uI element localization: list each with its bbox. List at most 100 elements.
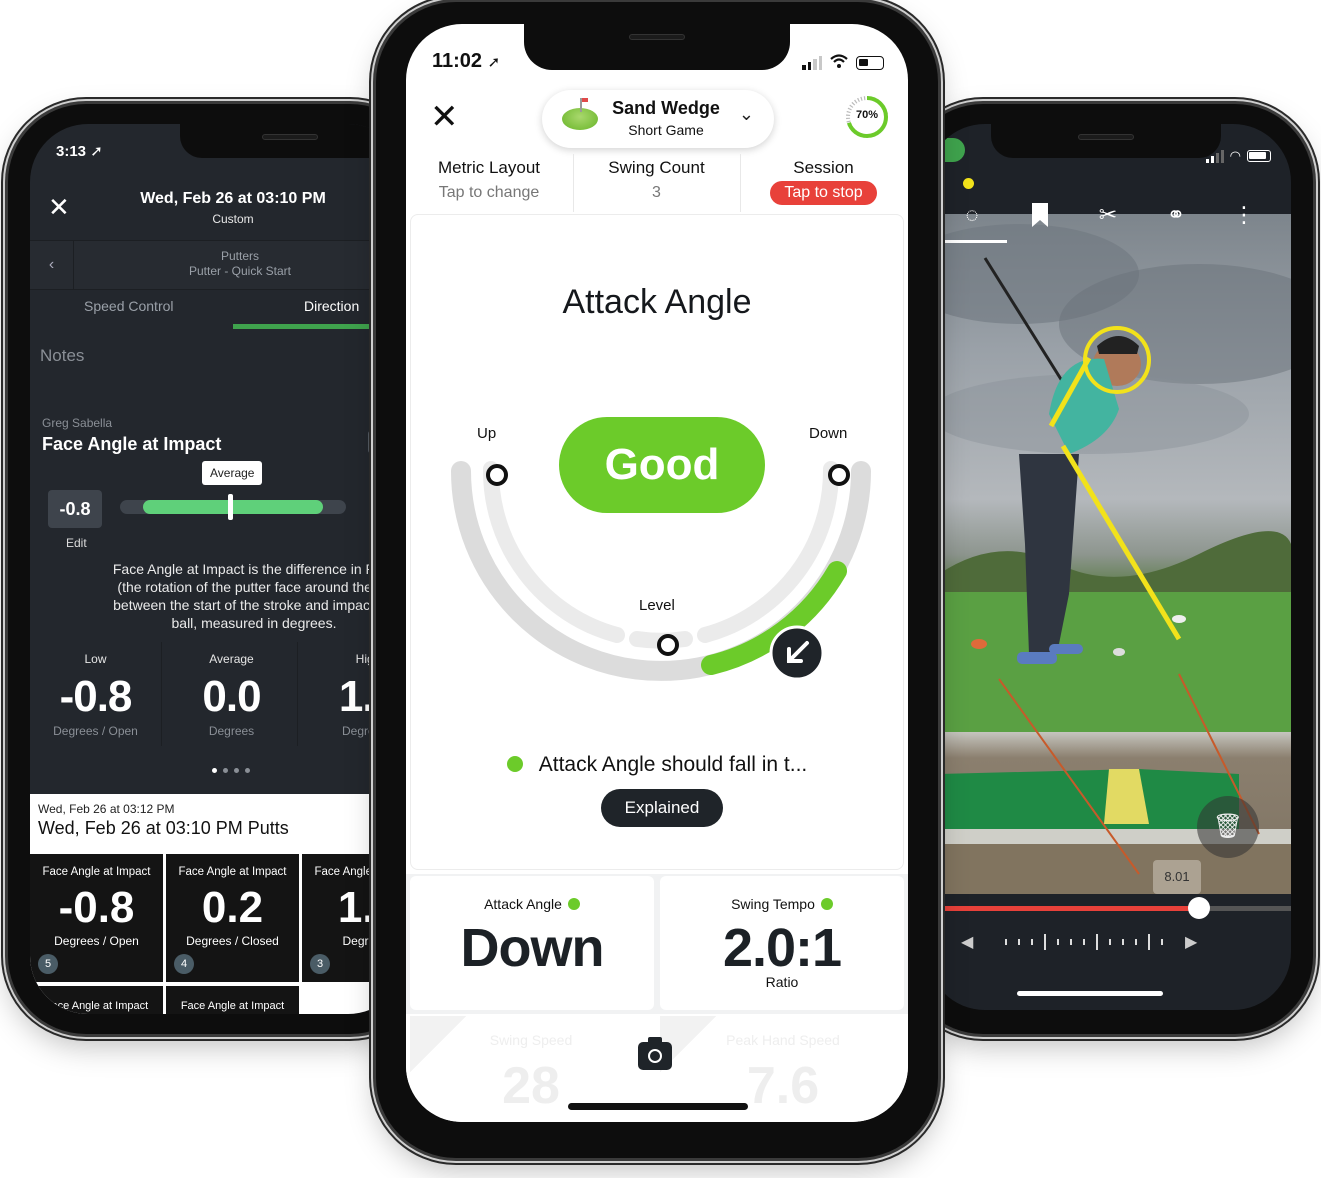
card-unit: Degrees / Closed bbox=[186, 934, 279, 948]
range-min-value[interactable]: -0.8 bbox=[48, 490, 102, 528]
video-scrubber[interactable] bbox=[939, 897, 1291, 919]
home-indicator bbox=[568, 1103, 748, 1110]
swing-count-value: 3 bbox=[652, 184, 661, 201]
page-indicator[interactable] bbox=[212, 768, 250, 773]
tab-direction[interactable]: Direction bbox=[304, 298, 359, 314]
ruler-tick bbox=[1109, 939, 1111, 945]
stat-unit: Degrees bbox=[208, 724, 255, 738]
breadcrumb-category: Putters bbox=[220, 249, 259, 263]
video-trim-icon[interactable]: ✂ bbox=[1091, 200, 1125, 230]
overlay-compare-icon[interactable]: ⚭ bbox=[1159, 200, 1193, 230]
session-progress-ring[interactable]: 70% bbox=[844, 94, 890, 140]
center-phone-frame: 11:02 ➚ ✕ Sand Wedge Short Game ⌄ 70% Me… bbox=[376, 2, 938, 1158]
location-arrow-icon: ➚ bbox=[90, 143, 103, 160]
history-card[interactable]: Face Angle at Impact -0.8 Degrees / Open… bbox=[30, 854, 163, 982]
session-tiles: Metric Layout Tap to change Swing Count … bbox=[406, 154, 908, 212]
gauge-label-down: Down bbox=[809, 425, 848, 442]
history-cards: Face Angle at Impact -0.8 Degrees / Open… bbox=[30, 852, 406, 1014]
description-line: (the rotation of the putter face around … bbox=[117, 579, 391, 595]
video-analysis-screen: 37 ◠ bbox=[927, 124, 1291, 1010]
metric-detail-card: Attack Angle Good Up Down Level Attack A… bbox=[410, 214, 904, 870]
stat-value: -0.8 bbox=[59, 672, 133, 721]
metric-layout-tile[interactable]: Metric Layout Tap to change bbox=[406, 154, 572, 212]
scrubber-time-label: 8.01 bbox=[1153, 860, 1201, 894]
location-arrow-icon: ➚ bbox=[487, 54, 501, 71]
app-showcase: 3:13 ➚ ✕ Wed, Feb 26 at 03:10 PM Custom … bbox=[0, 0, 1321, 1178]
history-card[interactable]: Face Angle at Impact bbox=[166, 986, 299, 1014]
page-dot[interactable] bbox=[245, 768, 250, 773]
metric-card-swing-tempo[interactable]: Swing Tempo 2.0:1 Ratio bbox=[660, 876, 904, 1010]
swing-count-tile: Swing Count 3 bbox=[573, 154, 739, 212]
triangle-left-icon[interactable]: ◀ bbox=[961, 932, 973, 952]
ruler-tick bbox=[1096, 934, 1098, 950]
card-number-badge: 4 bbox=[174, 954, 194, 974]
range-slider[interactable] bbox=[120, 494, 346, 520]
tab-speed-control[interactable]: Speed Control bbox=[84, 298, 174, 314]
page-dot[interactable] bbox=[223, 768, 228, 773]
ruler-tick bbox=[1122, 939, 1124, 945]
left-phone-frame: 3:13 ➚ ✕ Wed, Feb 26 at 03:10 PM Custom … bbox=[8, 104, 428, 1034]
stat-average: Average 0.0 Degrees bbox=[166, 642, 298, 746]
gauge-label-up: Up bbox=[477, 425, 497, 442]
flag-icon bbox=[580, 98, 588, 112]
session-tile[interactable]: Session Tap to stop bbox=[740, 154, 906, 212]
color-picker-dot[interactable] bbox=[963, 178, 974, 189]
stat-value: 0.0 bbox=[202, 672, 261, 721]
history-timestamp: Wed, Feb 26 at 03:12 PM bbox=[38, 802, 175, 816]
metric-hint[interactable]: Attack Angle should fall in t... bbox=[411, 753, 903, 777]
chevron-left-icon[interactable]: ‹ bbox=[30, 241, 74, 289]
history-card[interactable]: Face Angle at Impact 0.2 Degrees / Close… bbox=[166, 854, 299, 982]
home-indicator bbox=[1017, 991, 1163, 996]
status-icons bbox=[802, 54, 884, 72]
status-dot bbox=[567, 898, 580, 910]
camera-icon[interactable] bbox=[638, 1037, 672, 1070]
close-icon[interactable]: ✕ bbox=[430, 100, 459, 134]
history-card[interactable]: Face Angle at Impact bbox=[30, 986, 163, 1014]
stop-session-button[interactable]: Tap to stop bbox=[770, 181, 877, 205]
phone-notch bbox=[991, 124, 1221, 158]
card-title: Swing Speed bbox=[489, 1032, 573, 1048]
card-number-badge: 3 bbox=[310, 954, 330, 974]
gauge-label-level: Level bbox=[639, 597, 675, 614]
trash-icon[interactable]: 🗑 bbox=[1197, 796, 1259, 858]
hint-text: Attack Angle should fall in t... bbox=[538, 753, 808, 776]
bookmark-icon[interactable] bbox=[1023, 200, 1057, 230]
club-category: Short Game bbox=[628, 122, 704, 138]
drill-tabs: Speed Control Direction bbox=[30, 290, 406, 330]
tile-sub: Tap to change bbox=[438, 184, 540, 201]
wifi-icon bbox=[830, 54, 848, 72]
status-dot bbox=[820, 898, 833, 910]
edit-link[interactable]: Edit bbox=[66, 536, 87, 550]
swing-metric-screen: 11:02 ➚ ✕ Sand Wedge Short Game ⌄ 70% Me… bbox=[406, 24, 908, 1122]
club-selector[interactable]: Sand Wedge Short Game ⌄ bbox=[542, 90, 774, 148]
ruler-tick bbox=[1005, 939, 1007, 945]
author-name: Greg Sabella bbox=[42, 416, 113, 430]
frame-step-ruler[interactable]: ◀ ▶ bbox=[939, 932, 1291, 956]
metric-description: Face Angle at Impact is the difference i… bbox=[44, 560, 406, 632]
notes-field[interactable]: Notes bbox=[40, 346, 84, 366]
triangle-right-icon[interactable]: ▶ bbox=[1185, 932, 1197, 952]
ruler-tick bbox=[1135, 939, 1137, 945]
tile-heading: Swing Count bbox=[608, 158, 705, 177]
stats-row: Low -0.8 Degrees / Open Average 0.0 Degr… bbox=[30, 642, 406, 752]
club-name: Sand Wedge bbox=[612, 98, 720, 118]
session-title: Wed, Feb 26 at 03:10 PM bbox=[140, 190, 326, 207]
page-dot[interactable] bbox=[234, 768, 239, 773]
ruler-tick bbox=[1083, 939, 1085, 945]
explained-button[interactable]: Explained bbox=[601, 789, 723, 827]
close-icon[interactable]: ✕ bbox=[48, 194, 70, 220]
metric-title: Attack Angle bbox=[562, 283, 752, 321]
status-time: 11:02 ➚ bbox=[432, 50, 501, 72]
level-marker bbox=[657, 634, 679, 656]
scrubber-handle[interactable] bbox=[1188, 897, 1211, 919]
swing-video-frame bbox=[939, 224, 1291, 894]
history-header: Wed, Feb 26 at 03:12 PM Wed, Feb 26 at 0… bbox=[30, 794, 406, 852]
status-time: 3:13 ➚ bbox=[56, 143, 103, 160]
card-value: Down bbox=[460, 918, 605, 978]
more-vertical-icon[interactable]: ⋮ bbox=[1227, 200, 1261, 230]
metric-card-attack-angle[interactable]: Attack Angle Down bbox=[410, 876, 654, 1010]
circle-draw-icon[interactable]: ◌ bbox=[955, 200, 989, 230]
swing-video[interactable] bbox=[939, 214, 1291, 894]
average-marker[interactable] bbox=[228, 494, 234, 520]
page-dot[interactable] bbox=[212, 768, 217, 773]
